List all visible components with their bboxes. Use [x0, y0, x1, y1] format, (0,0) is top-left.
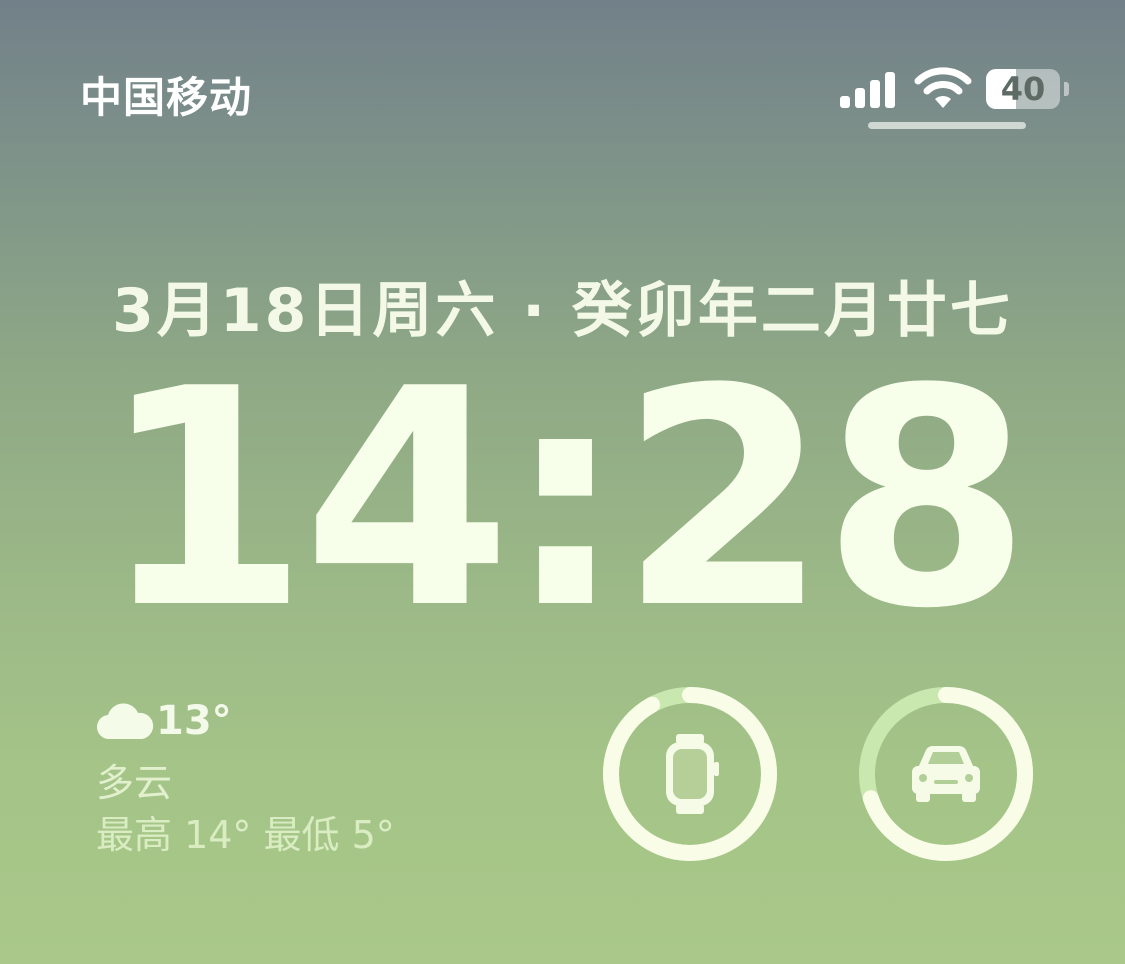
cellular-signal-icon	[840, 70, 902, 108]
temperature-range: 最高 14° 最低 5°	[96, 813, 395, 857]
weather-condition: 多云	[96, 761, 173, 805]
car-icon	[912, 745, 980, 802]
apple-watch-icon	[666, 734, 719, 814]
cloud-icon	[96, 701, 154, 741]
car-battery-widget[interactable]	[858, 686, 1034, 862]
status-bar: 中国移动 40	[0, 0, 1125, 140]
weather-header: 13°	[96, 696, 232, 746]
battery-body: 40	[986, 69, 1060, 109]
battery-percent: 40	[1000, 70, 1046, 108]
wifi-icon	[914, 66, 972, 110]
status-underline	[868, 122, 1026, 129]
battery-indicator: 40	[986, 69, 1070, 109]
weather-widget[interactable]: 13° 多云 最高 14° 最低 5°	[96, 696, 516, 866]
current-temperature: 13°	[156, 698, 232, 744]
lock-screen-clock[interactable]: 14:28	[0, 350, 1125, 650]
battery-cap	[1064, 82, 1069, 96]
carrier-label: 中国移动	[80, 73, 253, 122]
watch-battery-widget[interactable]	[602, 686, 778, 862]
